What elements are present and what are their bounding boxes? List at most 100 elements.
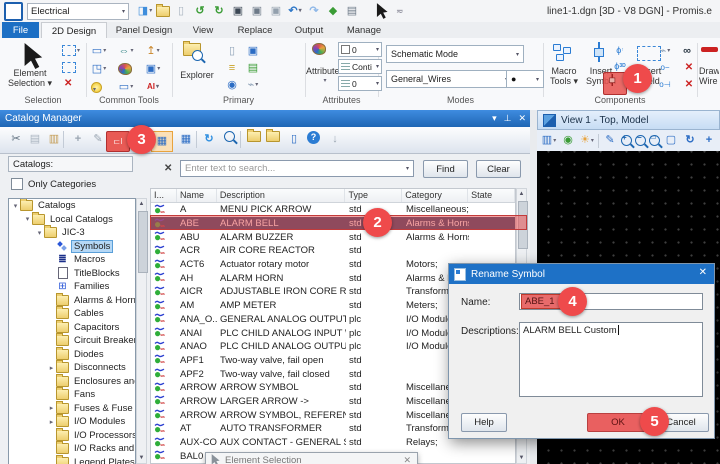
- zoom-in-icon[interactable]: [621, 134, 632, 146]
- tree-item-legend-plates[interactable]: Legend Plates: [9, 454, 135, 464]
- tree-item-fans[interactable]: Fans: [9, 387, 135, 402]
- workspace-select[interactable]: Electrical ▾: [27, 2, 129, 20]
- edit-icon[interactable]: ✎: [90, 131, 106, 147]
- report-icon[interactable]: ▯: [286, 131, 302, 147]
- pointer-icon[interactable]: [374, 3, 390, 19]
- scroll-down-icon[interactable]: ▼: [137, 455, 146, 461]
- download-icon[interactable]: ↓: [327, 131, 343, 147]
- dialog-titlebar[interactable]: Rename Symbol ✕: [449, 264, 714, 284]
- name-field[interactable]: ABE_1: [519, 293, 703, 310]
- item-info-icon[interactable]: ◉: [224, 77, 240, 93]
- print-icon[interactable]: ▤: [344, 3, 360, 19]
- zoom-out-icon[interactable]: [635, 134, 646, 146]
- tab-view[interactable]: View: [183, 22, 223, 38]
- tree-item-alarms-horns[interactable]: Alarms & Horns: [9, 292, 135, 308]
- fit-view-icon[interactable]: ▢: [663, 133, 679, 149]
- tree-expander-icon[interactable]: ▸: [47, 418, 56, 426]
- column-header-i[interactable]: I...: [151, 189, 177, 202]
- column-header-description[interactable]: Description: [217, 189, 346, 202]
- reference-icon[interactable]: ▤: [245, 60, 261, 76]
- close-icon[interactable]: ✕: [403, 455, 411, 464]
- tree-expander-icon[interactable]: ▾: [11, 202, 20, 210]
- node-terminate-icon[interactable]: o⊣: [657, 77, 673, 93]
- pan-view-icon[interactable]: +: [701, 133, 717, 149]
- column-header-type[interactable]: Type: [345, 189, 403, 202]
- tree-item-families[interactable]: ⊞ Families: [9, 280, 135, 294]
- import-symbols-icon[interactable]: [247, 129, 261, 142]
- cut-icon[interactable]: ✂: [8, 131, 24, 147]
- clear-button[interactable]: Clear: [476, 160, 521, 178]
- wire-type-select[interactable]: General_Wires▾: [386, 70, 513, 88]
- clear-selection-button[interactable]: ✕: [64, 78, 72, 89]
- view-display-icon[interactable]: ▥ ▾: [541, 133, 557, 149]
- tree-item-i-o-modules[interactable]: ▸ I/O Modules: [9, 414, 135, 429]
- line-weight-select[interactable]: 0 ▾: [338, 76, 382, 91]
- tree-item-symbols[interactable]: Symbols: [9, 239, 135, 254]
- tab-file[interactable]: File: [2, 22, 39, 38]
- macro-tools-button[interactable]: [553, 44, 572, 64]
- mode-select[interactable]: Schematic Mode ▾: [386, 45, 524, 63]
- column-header-name[interactable]: Name: [177, 189, 217, 202]
- descriptions-field[interactable]: ALARM BELL Custom: [519, 322, 703, 397]
- models-icon[interactable]: ▣: [245, 43, 261, 59]
- search-icon[interactable]: [224, 131, 235, 142]
- brush-icon[interactable]: ✎: [602, 133, 618, 149]
- levels-icon[interactable]: ≡: [224, 60, 240, 76]
- fence-icon[interactable]: ▭ ▾: [91, 43, 107, 59]
- delete-wire-icon[interactable]: ✕: [681, 60, 697, 76]
- insert-symbol-button[interactable]: [592, 42, 607, 65]
- wire-color-select[interactable]: ● ▾: [506, 70, 544, 88]
- export-symbols-icon[interactable]: [266, 129, 280, 142]
- import-file-icon[interactable]: ↺: [192, 3, 208, 19]
- list-view-icon[interactable]: ▦: [178, 131, 194, 147]
- scroll-up-icon[interactable]: ▲: [137, 201, 146, 207]
- tree-item-i-o-processors[interactable]: I/O Processors: [9, 427, 135, 443]
- table-row[interactable]: ABU ALARM BUZZER std Alarms & Horns;: [151, 230, 515, 244]
- measure-icon[interactable]: ⇔ ▾: [118, 43, 134, 59]
- tree-item-disconnects[interactable]: ▸ Disconnects: [9, 360, 135, 375]
- new-file-icon[interactable]: ▯: [173, 3, 189, 19]
- help-button[interactable]: Help: [461, 413, 507, 432]
- close-icon[interactable]: ✕: [699, 267, 707, 278]
- tree-item-local-catalogs[interactable]: ▾ Local Catalogs: [9, 211, 135, 227]
- scroll-down-icon[interactable]: ▼: [517, 455, 526, 461]
- tab-output[interactable]: Output: [285, 22, 333, 38]
- lighting-icon[interactable]: ☀ ▾: [579, 133, 595, 149]
- manipulate-icon[interactable]: ↥ ▾: [145, 43, 161, 59]
- tree-item-cables[interactable]: Cables: [9, 306, 135, 321]
- help-icon[interactable]: ?: [307, 131, 320, 144]
- add-icon[interactable]: +: [70, 131, 86, 147]
- refresh-icon[interactable]: ↻: [201, 131, 217, 147]
- column-header-category[interactable]: Category: [402, 189, 469, 202]
- tab-panel-design[interactable]: Panel Design: [107, 22, 181, 38]
- tree-expander-icon[interactable]: ▸: [47, 404, 56, 412]
- copy-icon[interactable]: ▤: [27, 131, 43, 147]
- new-doc-icon[interactable]: ▯: [224, 43, 240, 59]
- workspace-config-icon[interactable]: ◨ ▾: [137, 3, 153, 19]
- tree-item-jic-3[interactable]: ▾ JIC-3: [9, 225, 135, 240]
- pin-panel-icon[interactable]: ⊥: [504, 113, 512, 124]
- tree-expander-icon[interactable]: ▾: [23, 215, 32, 223]
- tab-manage[interactable]: Manage: [337, 22, 391, 38]
- rotate-view-icon[interactable]: ↻: [682, 133, 698, 149]
- tree-item-circuit-breakers[interactable]: Circuit Breakers: [9, 333, 135, 348]
- shapes-icon[interactable]: ▭ ▾: [118, 79, 134, 95]
- undo-icon[interactable]: ↶ ▾: [287, 3, 303, 19]
- binoculars-icon[interactable]: ∞: [679, 43, 695, 59]
- tree-item-i-o-racks-and-pov[interactable]: I/O Racks and Pov: [9, 441, 135, 456]
- attributes-button[interactable]: [312, 43, 326, 58]
- tree-item-catalogs[interactable]: ▾ Catalogs: [9, 199, 135, 213]
- tree-scrollbar[interactable]: ▲ ▼: [136, 198, 148, 464]
- tree-item-capacitors[interactable]: Capacitors: [9, 319, 135, 335]
- tree-expander-icon[interactable]: ▾: [35, 229, 44, 237]
- paste-icon[interactable]: ▥: [46, 131, 62, 147]
- export-file-icon[interactable]: ↻: [211, 3, 227, 19]
- connect-icon[interactable]: ⌁ ▾: [245, 77, 261, 93]
- zoom-window-icon[interactable]: [649, 134, 660, 146]
- save-as-icon[interactable]: ▣: [268, 3, 284, 19]
- node-connect-icon[interactable]: o−: [657, 60, 673, 76]
- search-input[interactable]: Enter text to search... ▾: [180, 160, 414, 177]
- active-color-select[interactable]: 0 ▾: [338, 42, 382, 57]
- tree-item-macros[interactable]: ≣ Macros: [9, 253, 135, 267]
- open-folder-icon[interactable]: [156, 3, 170, 17]
